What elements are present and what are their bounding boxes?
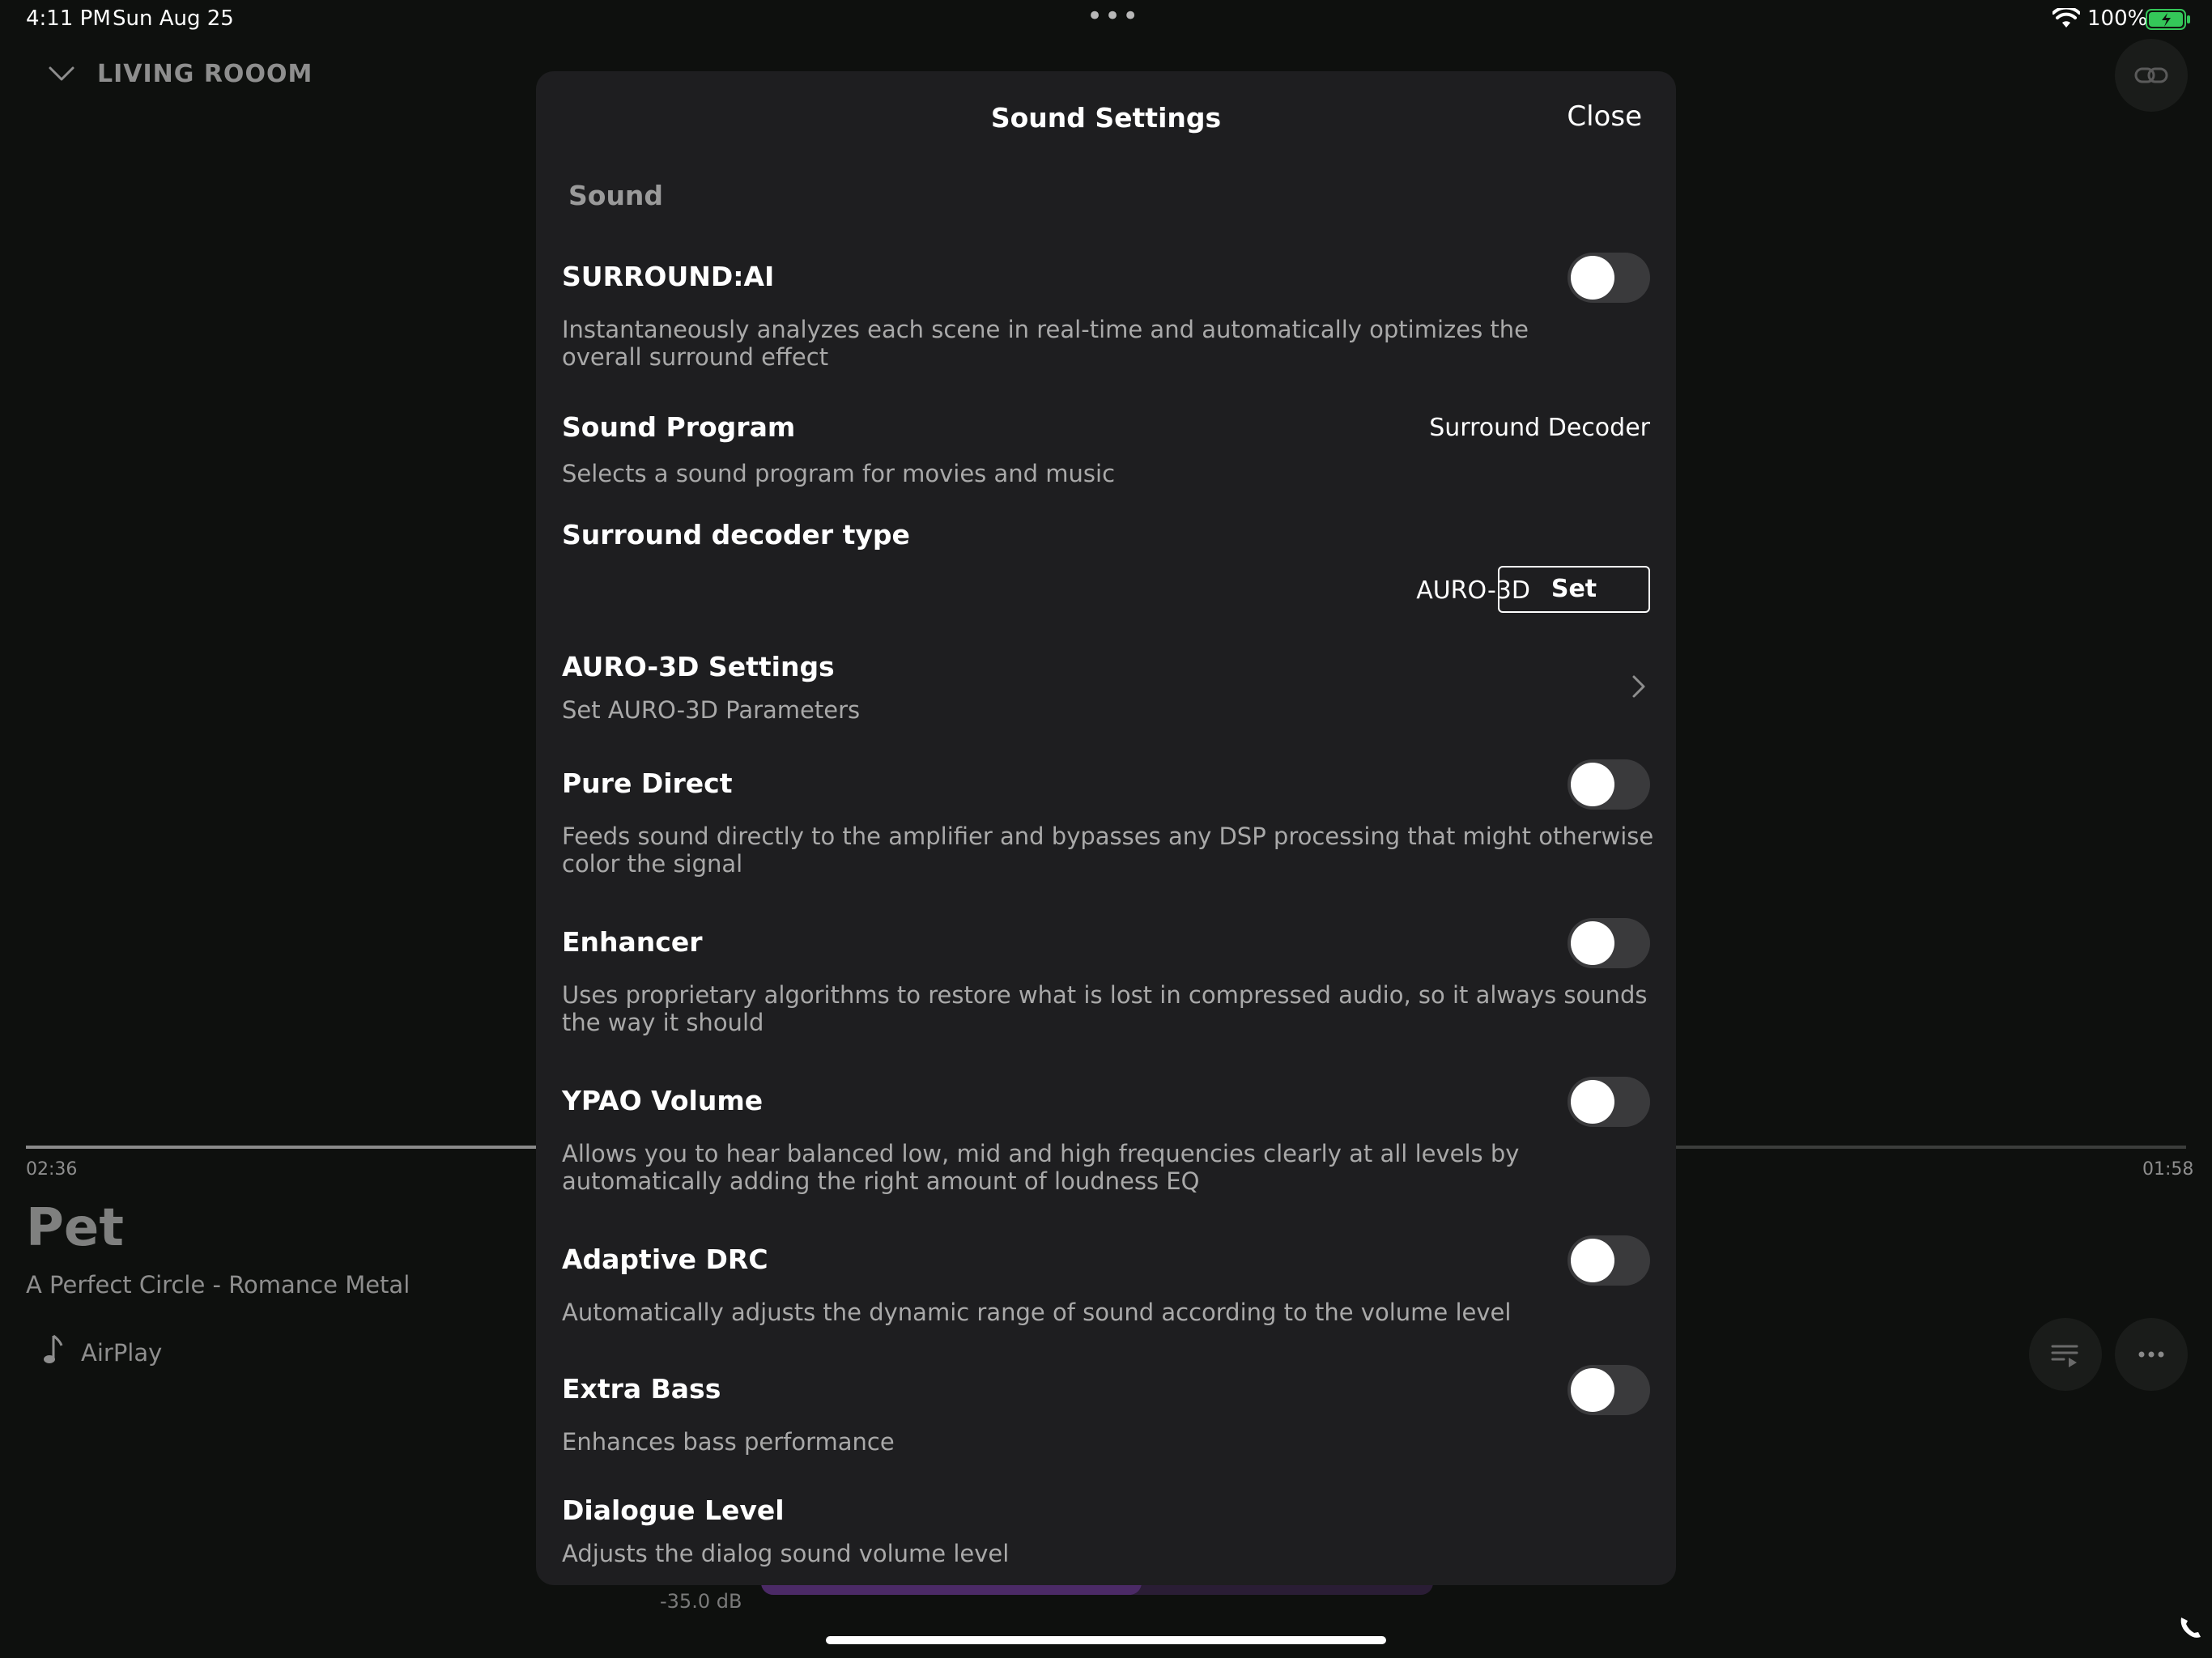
auro-settings-description: Set AURO-3D Parameters (562, 696, 861, 724)
pure-direct-description: Feeds sound directly to the amplifier an… (562, 823, 1654, 878)
phone-icon[interactable] (2176, 1614, 2204, 1642)
queue-icon (2051, 1345, 2078, 1367)
adaptive-drc-description: Automatically adjusts the dynamic range … (562, 1299, 1512, 1326)
dialogue-level-title: Dialogue Level (562, 1494, 785, 1526)
extra-bass-toggle[interactable] (1568, 1365, 1650, 1415)
extra-bass-description: Enhances bass performance (562, 1428, 895, 1456)
battery-percent: 100% (2087, 6, 2148, 31)
close-button[interactable]: Close (1567, 100, 1642, 133)
home-indicator[interactable] (826, 1636, 1386, 1644)
volume-label: -35.0 dB (660, 1590, 742, 1613)
room-name[interactable]: LIVING ROOOM (97, 60, 313, 88)
chevron-down-icon[interactable] (47, 63, 76, 84)
track-title: Pet (26, 1198, 124, 1258)
ypao-volume-toggle[interactable] (1568, 1077, 1650, 1127)
toggle-knob (1571, 1239, 1614, 1282)
extra-bass-title: Extra Bass (562, 1373, 721, 1405)
adaptive-drc-title: Adaptive DRC (562, 1244, 768, 1275)
decoder-set-button[interactable]: Set (1498, 566, 1650, 613)
surround-ai-title: SURROUND:AI (562, 261, 775, 292)
toggle-knob (1571, 921, 1614, 965)
sound-program-title: Sound Program (562, 411, 796, 443)
toggle-knob (1571, 256, 1614, 300)
chevron-right-icon[interactable] (1631, 674, 1647, 699)
wifi-icon (2052, 8, 2080, 28)
surround-ai-toggle[interactable] (1568, 253, 1650, 303)
music-note-icon (44, 1334, 63, 1363)
sound-program-description: Selects a sound program for movies and m… (562, 460, 1116, 487)
dialogue-level-description: Adjusts the dialog sound volume level (562, 1540, 1010, 1567)
ypao-volume-title: YPAO Volume (562, 1085, 764, 1116)
time-elapsed: 02:36 (26, 1159, 78, 1180)
toggle-knob (1571, 763, 1614, 806)
time-remaining: 01:58 (2142, 1159, 2194, 1180)
pure-direct-toggle[interactable] (1568, 759, 1650, 810)
modal-title: Sound Settings (990, 102, 1222, 134)
more-icon (2138, 1351, 2164, 1358)
link-icon (2134, 67, 2168, 83)
more-button[interactable] (2115, 1318, 2188, 1391)
enhancer-toggle[interactable] (1568, 918, 1650, 968)
decoder-type-title: Surround decoder type (562, 519, 910, 551)
sound-settings-modal: Sound Settings Close Sound SURROUND:AI I… (536, 71, 1676, 1585)
sound-program-value[interactable]: Surround Decoder (1429, 414, 1650, 442)
status-time: 4:11 PM (26, 6, 111, 31)
source-label: AirPlay (81, 1339, 163, 1367)
status-bar: 4:11 PM Sun Aug 25 ••• 100% (0, 0, 2212, 40)
surround-ai-description: Instantaneously analyzes each scene in r… (562, 316, 1529, 371)
battery-icon (2146, 9, 2190, 30)
ypao-volume-description: Allows you to hear balanced low, mid and… (562, 1140, 1520, 1195)
auro-settings-title: AURO-3D Settings (562, 651, 835, 682)
status-date: Sun Aug 25 (113, 6, 234, 31)
track-subtitle: A Perfect Circle - Romance Metal (26, 1271, 410, 1299)
multitasking-dots-icon[interactable]: ••• (1087, 0, 1140, 32)
enhancer-description: Uses proprietary algorithms to restore w… (562, 981, 1648, 1036)
link-button[interactable] (2115, 39, 2188, 112)
adaptive-drc-toggle[interactable] (1568, 1235, 1650, 1286)
queue-button[interactable] (2029, 1318, 2102, 1391)
toggle-knob (1571, 1080, 1614, 1124)
section-header-sound: Sound (568, 180, 664, 211)
enhancer-title: Enhancer (562, 926, 703, 958)
toggle-knob (1571, 1368, 1614, 1412)
pure-direct-title: Pure Direct (562, 767, 733, 799)
